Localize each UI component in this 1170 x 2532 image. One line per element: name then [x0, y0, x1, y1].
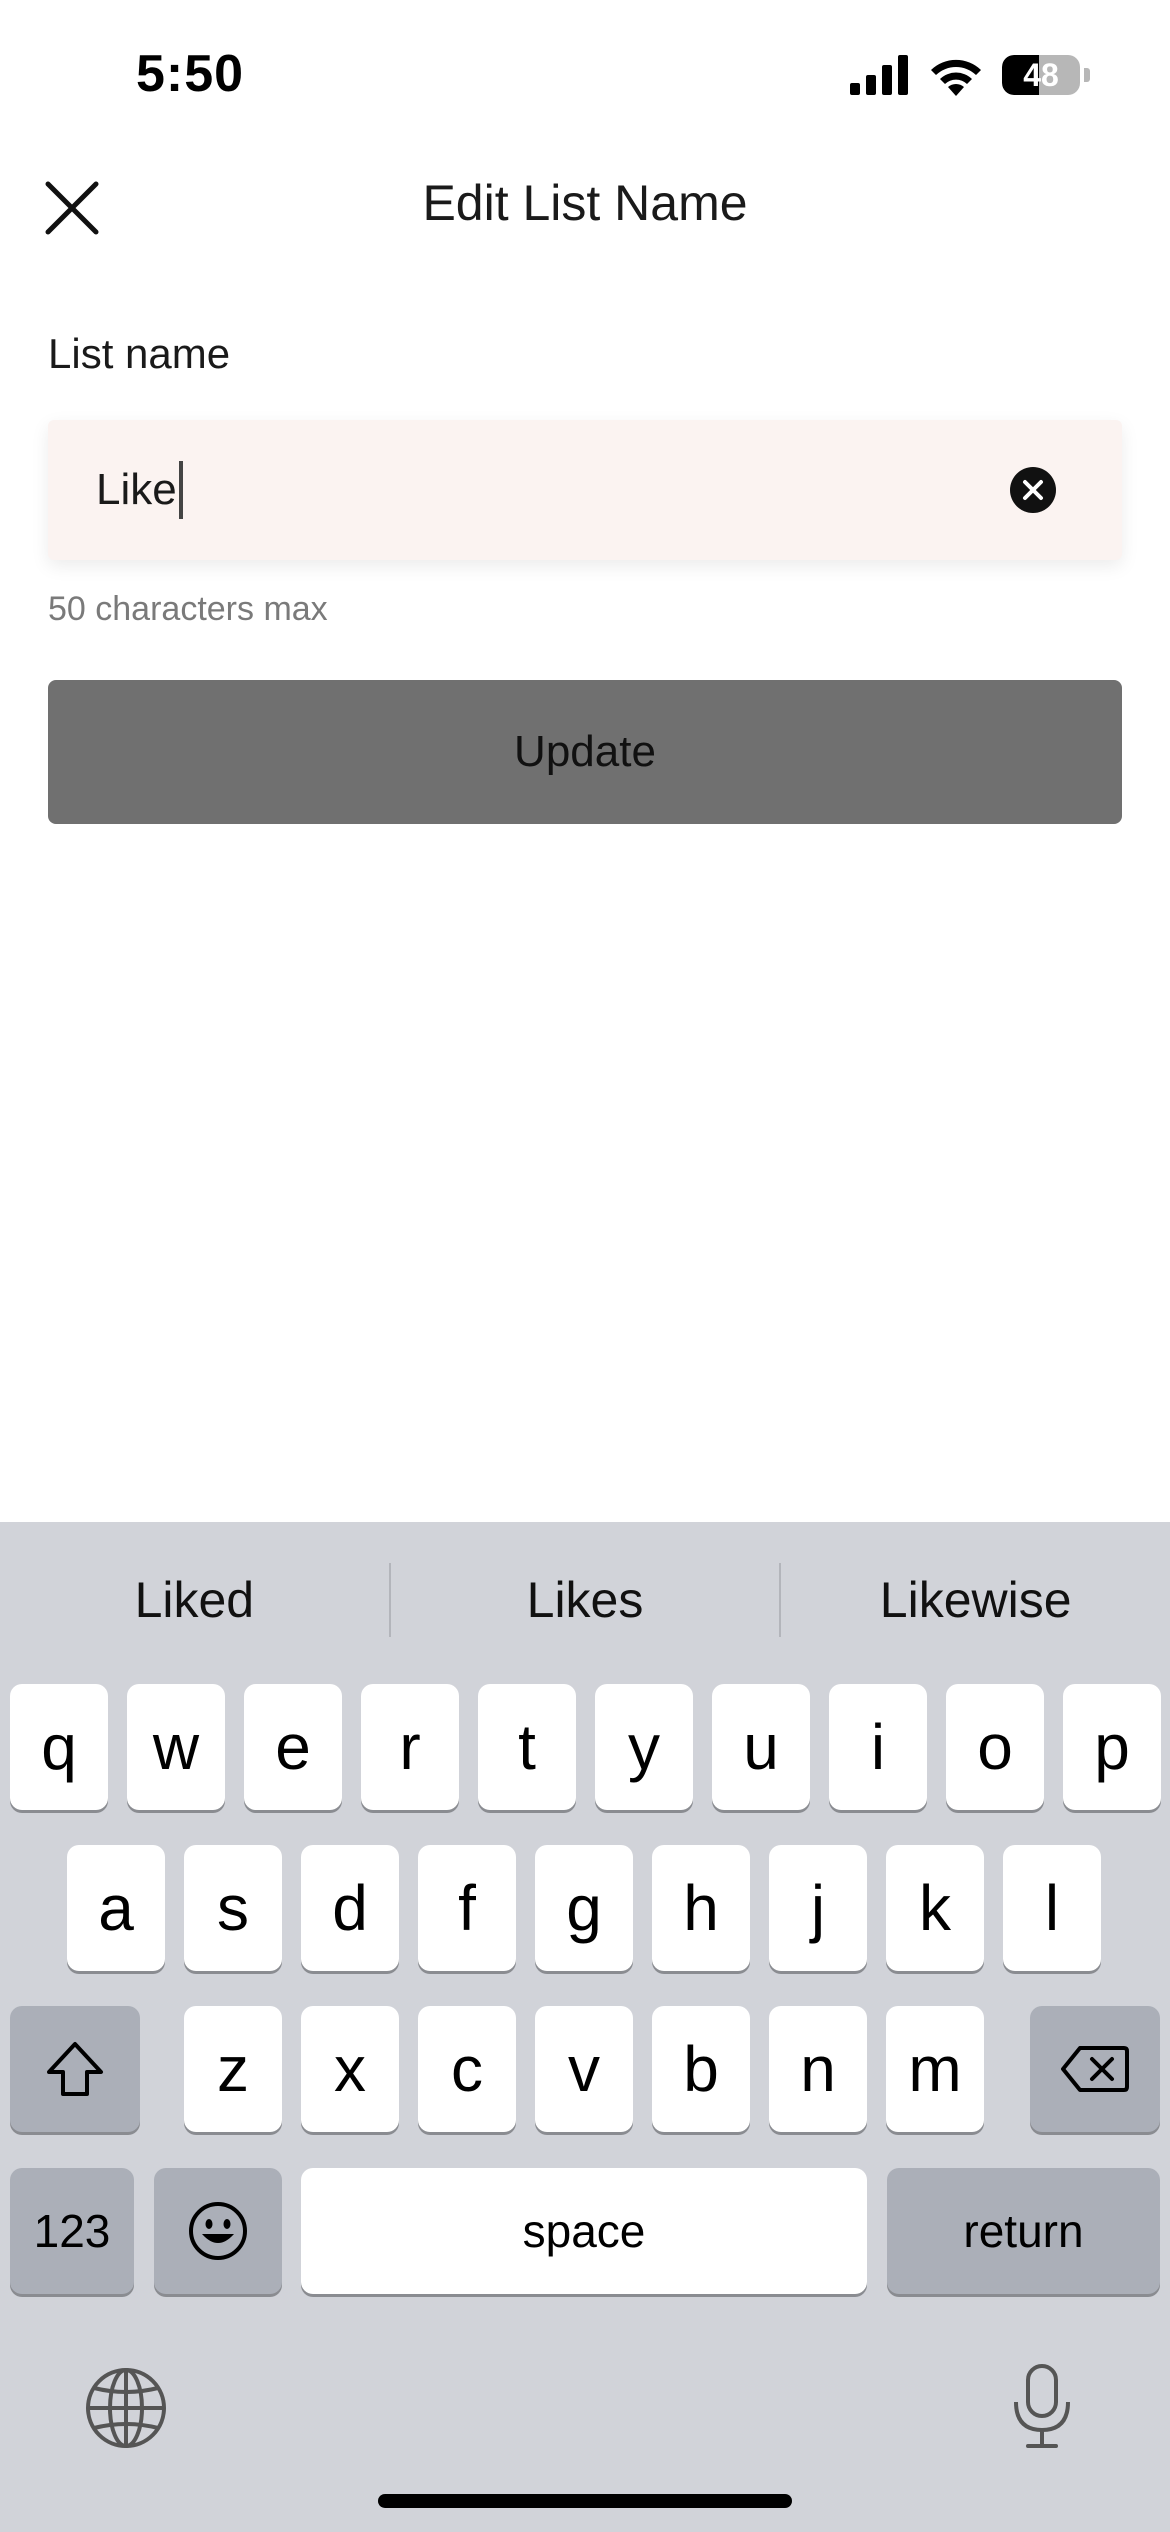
key-r[interactable]: r: [361, 1684, 459, 1810]
key-o[interactable]: o: [946, 1684, 1044, 1810]
status-bar: 5:50 48: [0, 0, 1170, 150]
key-c[interactable]: c: [418, 2006, 516, 2132]
key-v[interactable]: v: [535, 2006, 633, 2132]
list-name-input-value: Like: [96, 465, 177, 514]
backspace-icon: [1061, 2046, 1129, 2092]
microphone-icon: [1014, 2364, 1070, 2448]
globe-button[interactable]: [84, 2366, 168, 2450]
key-e[interactable]: e: [244, 1684, 342, 1810]
list-name-input[interactable]: Like: [48, 420, 1122, 560]
suggestion-item[interactable]: Likes: [391, 1571, 780, 1629]
update-button[interactable]: Update: [48, 680, 1122, 824]
emoji-key[interactable]: [154, 2168, 282, 2294]
numbers-key[interactable]: 123: [10, 2168, 134, 2294]
battery-level: 48: [1023, 56, 1059, 93]
wifi-icon: [928, 54, 984, 96]
key-d[interactable]: d: [301, 1845, 399, 1971]
key-x[interactable]: x: [301, 2006, 399, 2132]
status-icons: 48: [850, 54, 1090, 96]
character-limit-hint: 50 characters max: [48, 590, 328, 628]
key-q[interactable]: q: [10, 1684, 108, 1810]
key-g[interactable]: g: [535, 1845, 633, 1971]
return-key[interactable]: return: [887, 2168, 1160, 2294]
globe-icon: [86, 2368, 166, 2448]
shift-key[interactable]: [10, 2006, 140, 2132]
shift-icon: [47, 2042, 103, 2096]
home-indicator: [378, 2494, 792, 2508]
keyboard: Liked Likes Likewise q w e r t y u i o p…: [0, 1522, 1170, 2532]
clear-input-button[interactable]: [1010, 467, 1056, 513]
key-l[interactable]: l: [1003, 1845, 1101, 1971]
key-s[interactable]: s: [184, 1845, 282, 1971]
suggestion-item[interactable]: Likewise: [781, 1571, 1170, 1629]
key-k[interactable]: k: [886, 1845, 984, 1971]
backspace-key[interactable]: [1030, 2006, 1160, 2132]
key-i[interactable]: i: [829, 1684, 927, 1810]
suggestion-bar: Liked Likes Likewise: [0, 1522, 1170, 1678]
suggestion-item[interactable]: Liked: [0, 1571, 389, 1629]
key-b[interactable]: b: [652, 2006, 750, 2132]
key-j[interactable]: j: [769, 1845, 867, 1971]
modal-header: Edit List Name: [0, 150, 1170, 262]
battery-cap: [1084, 68, 1090, 82]
space-key[interactable]: space: [301, 2168, 867, 2294]
key-h[interactable]: h: [652, 1845, 750, 1971]
key-y[interactable]: y: [595, 1684, 693, 1810]
status-time: 5:50: [136, 45, 245, 103]
battery-icon: 48: [1002, 55, 1080, 95]
key-m[interactable]: m: [886, 2006, 984, 2132]
cellular-signal-icon: [850, 55, 910, 95]
key-z[interactable]: z: [184, 2006, 282, 2132]
text-cursor: [178, 461, 183, 519]
page-title: Edit List Name: [422, 175, 748, 231]
key-u[interactable]: u: [712, 1684, 810, 1810]
microphone-button[interactable]: [1000, 2362, 1084, 2452]
key-a[interactable]: a: [67, 1845, 165, 1971]
clear-input-icon: [1023, 480, 1043, 500]
list-name-input-value-wrap: Like: [96, 461, 183, 519]
key-p[interactable]: p: [1063, 1684, 1161, 1810]
key-n[interactable]: n: [769, 2006, 867, 2132]
key-w[interactable]: w: [127, 1684, 225, 1810]
emoji-icon: [189, 2202, 247, 2260]
key-f[interactable]: f: [418, 1845, 516, 1971]
key-t[interactable]: t: [478, 1684, 576, 1810]
list-name-label: List name: [48, 330, 231, 377]
